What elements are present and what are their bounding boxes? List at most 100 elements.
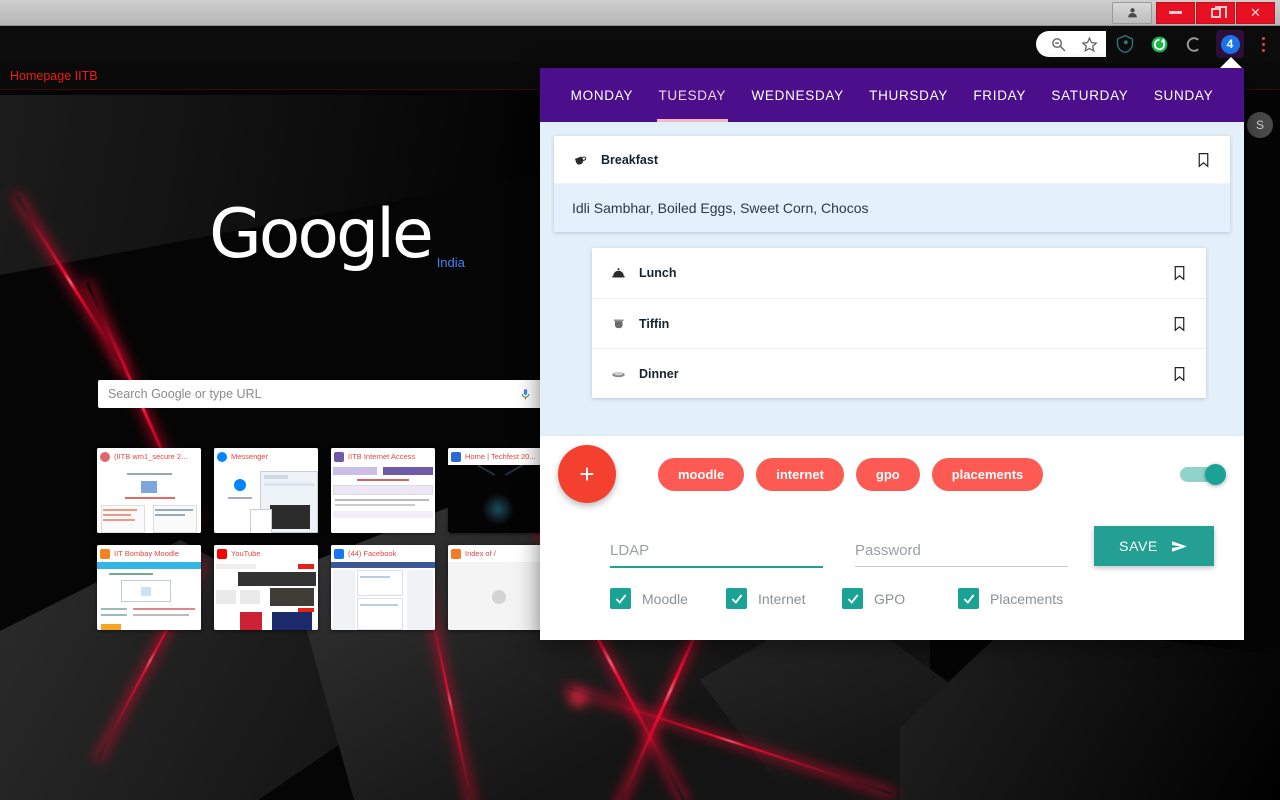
- shortcut-tile[interactable]: Home | Techfest 20...: [448, 448, 552, 533]
- shortcut-title: Messenger: [231, 452, 269, 461]
- minimize-button[interactable]: [1156, 1, 1195, 24]
- avatar[interactable]: S: [1247, 112, 1273, 138]
- save-label: SAVE: [1119, 538, 1158, 554]
- meal-row-lunch[interactable]: Lunch: [592, 248, 1206, 298]
- checkbox-internet[interactable]: Internet: [726, 588, 842, 609]
- shortcut-title: (IITB wm1_secure 2...: [114, 452, 188, 461]
- browser-toolbar: 4: [0, 26, 1280, 62]
- shortcut-tile[interactable]: (44) Facebook: [331, 545, 435, 630]
- c-extension-icon[interactable]: [1182, 33, 1204, 55]
- screen: Google India Search Google or type URL (…: [0, 0, 1280, 800]
- shortcut-tile[interactable]: (IITB wm1_secure 2...: [97, 448, 201, 533]
- favicon-icon: [334, 451, 344, 462]
- checkbox-moodle[interactable]: Moodle: [610, 588, 726, 609]
- ntp-search-box[interactable]: Search Google or type URL: [98, 380, 542, 408]
- checkbox-placements[interactable]: Placements: [958, 588, 1074, 609]
- meal-name: Dinner: [639, 366, 679, 381]
- tab-sunday[interactable]: SUNDAY: [1141, 68, 1226, 122]
- user-icon: [1127, 8, 1137, 18]
- shortcut-title: Index of /: [465, 549, 496, 558]
- coffee-mug-icon: [572, 151, 589, 168]
- autologin-toggle[interactable]: [1180, 464, 1226, 485]
- green-circle-extension-icon[interactable]: [1148, 33, 1170, 55]
- window-title-bar: ✕: [0, 0, 1280, 26]
- day-label: SATURDAY: [1051, 87, 1129, 103]
- favicon-icon: [451, 548, 461, 559]
- shortcut-tile[interactable]: YouTube: [214, 545, 318, 630]
- service-checkboxes: Moodle Internet GPO Placements: [610, 588, 1214, 609]
- favicon-icon: [451, 451, 461, 462]
- shortcut-tile[interactable]: Messenger: [214, 448, 318, 533]
- zoom-icon[interactable]: [1050, 36, 1067, 53]
- shortcut-tile[interactable]: Index of /: [448, 545, 552, 630]
- meal-name: Lunch: [639, 266, 677, 280]
- close-button[interactable]: ✕: [1236, 1, 1275, 24]
- popup-pointer: [1220, 57, 1242, 68]
- chip-moodle[interactable]: moodle: [658, 457, 745, 491]
- ldap-field: [610, 540, 823, 568]
- password-field: [855, 540, 1068, 567]
- google-logo-text: Google: [209, 195, 434, 274]
- tab-tuesday[interactable]: TUESDAY: [646, 68, 739, 122]
- favicon-icon: [217, 548, 227, 559]
- day-label: TUESDAY: [658, 87, 727, 103]
- shortcut-title: YouTube: [231, 549, 261, 558]
- checkmark-icon: [842, 588, 863, 609]
- google-logo-region: India: [436, 255, 465, 270]
- maximize-button[interactable]: [1196, 1, 1235, 24]
- favicon-icon: [100, 451, 110, 462]
- tea-cup-icon: [610, 315, 627, 332]
- favicon-icon: [334, 548, 344, 559]
- shortcut-title: IIT Bombay Moodle: [114, 549, 179, 558]
- bookmark-icon[interactable]: [1171, 263, 1188, 283]
- tab-wednesday[interactable]: WEDNESDAY: [739, 68, 857, 122]
- checkbox-label: Internet: [758, 590, 806, 607]
- shortcut-tile[interactable]: IIT Bombay Moodle: [97, 545, 201, 630]
- meal-card-breakfast: Breakfast Idli Sambhar, Boiled Eggs, Swe…: [554, 136, 1230, 232]
- avatar-initial: S: [1255, 118, 1264, 132]
- bookmark-icon[interactable]: [1171, 364, 1188, 384]
- star-icon[interactable]: [1081, 36, 1098, 53]
- mess-menu-popup: MONDAY TUESDAY WEDNESDAY THURSDAY FRIDAY…: [540, 68, 1244, 640]
- user-account-button[interactable]: [1112, 1, 1152, 24]
- credentials-form: SAVE Moodle Internet: [540, 512, 1244, 640]
- meal-row-dinner[interactable]: Dinner: [592, 348, 1206, 398]
- chrome-menu-icon[interactable]: [1254, 36, 1272, 52]
- shortcut-tiles: (IITB wm1_secure 2... Messenger IITB Int…: [97, 448, 567, 642]
- chip-placements[interactable]: placements: [931, 457, 1044, 491]
- checkmark-icon: [958, 588, 979, 609]
- day-label: SUNDAY: [1153, 87, 1214, 103]
- add-shortcut-button[interactable]: +: [558, 445, 616, 503]
- favicon-icon: [217, 451, 227, 462]
- microphone-icon[interactable]: [519, 386, 532, 403]
- omnibox-right-actions: [1036, 31, 1106, 57]
- bookmark-icon[interactable]: [1195, 150, 1212, 170]
- day-label: MONDAY: [570, 87, 634, 103]
- meal-row-tiffin[interactable]: Tiffin: [592, 298, 1206, 348]
- shield-extension-icon[interactable]: [1114, 33, 1136, 55]
- tab-thursday[interactable]: THURSDAY: [856, 68, 960, 122]
- shortcut-tile[interactable]: IITB Internet Access: [331, 448, 435, 533]
- tab-friday[interactable]: FRIDAY: [961, 68, 1039, 122]
- tab-saturday[interactable]: SATURDAY: [1039, 68, 1141, 122]
- ldap-input[interactable]: [610, 540, 823, 566]
- bookmark-icon[interactable]: [1171, 314, 1188, 334]
- meal-row-breakfast[interactable]: Breakfast: [554, 136, 1230, 183]
- day-tabs: MONDAY TUESDAY WEDNESDAY THURSDAY FRIDAY…: [540, 68, 1244, 122]
- extension-icons: 4: [1114, 30, 1244, 58]
- favicon-icon: [100, 548, 110, 559]
- send-arrow-icon: [1171, 540, 1187, 552]
- tab-monday[interactable]: MONDAY: [558, 68, 646, 122]
- checkbox-label: Placements: [990, 590, 1064, 607]
- mess-menu-extension-button[interactable]: 4: [1216, 30, 1244, 58]
- chip-gpo[interactable]: gpo: [855, 457, 920, 491]
- password-input[interactable]: [855, 540, 1068, 566]
- bookmark-homepage-iitb[interactable]: Homepage IITB: [4, 67, 104, 85]
- checkbox-gpo[interactable]: GPO: [842, 588, 958, 609]
- extension-badge-count: 4: [1220, 34, 1240, 54]
- chip-internet[interactable]: internet: [756, 457, 844, 491]
- checkmark-icon: [610, 588, 631, 609]
- save-button[interactable]: SAVE: [1094, 526, 1214, 566]
- shortcuts-bar: + moodle internet gpo placements: [540, 436, 1244, 512]
- meal-items-breakfast: Idli Sambhar, Boiled Eggs, Sweet Corn, C…: [554, 183, 1230, 232]
